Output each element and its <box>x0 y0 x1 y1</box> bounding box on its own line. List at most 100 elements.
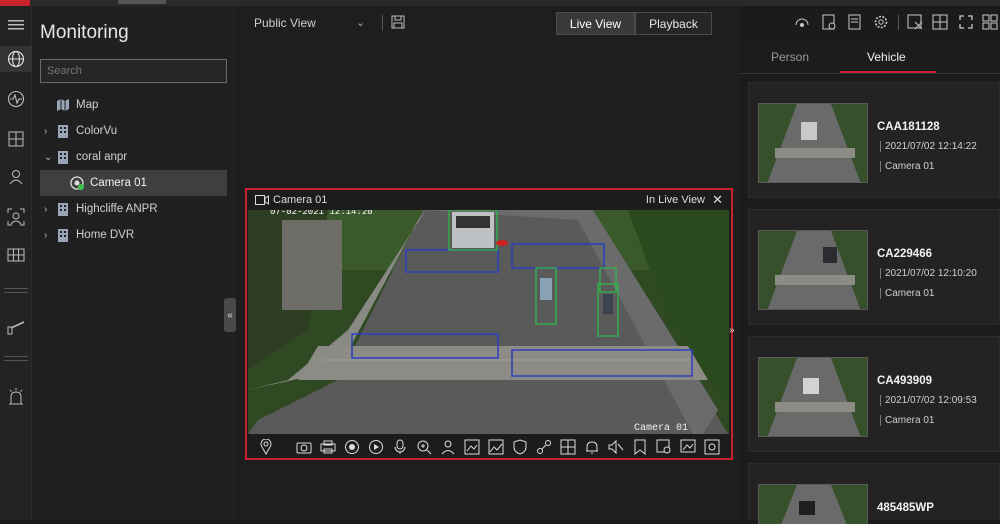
face-frame-icon[interactable] <box>0 204 32 230</box>
event-tabs: Person Vehicle <box>740 40 1000 74</box>
instant-playback-icon[interactable] <box>367 438 385 456</box>
save-view-icon[interactable] <box>391 15 405 29</box>
tree-item-home-dvr[interactable]: › Home DVR <box>40 222 227 248</box>
link-icon[interactable] <box>535 438 553 456</box>
tab-person[interactable]: Person <box>771 50 809 64</box>
rail-divider <box>4 292 28 293</box>
location-pin-icon[interactable] <box>257 438 275 456</box>
mute-icon[interactable] <box>607 438 625 456</box>
alarm-icon[interactable] <box>0 384 32 410</box>
toolbar-divider <box>898 15 899 30</box>
rail-divider <box>4 360 28 361</box>
view-selector[interactable]: Public View <box>254 16 316 30</box>
tree-item-highcliffe-anpr[interactable]: › Highcliffe ANPR <box>40 196 227 222</box>
event-time: 2021/07/02 12:10:20 <box>880 268 977 279</box>
bookmark-icon[interactable] <box>631 438 649 456</box>
vehicle-event-card[interactable]: CAA181128 2021/07/02 12:14:22 Camera 01 <box>748 82 1000 198</box>
layout-icon[interactable] <box>0 126 32 152</box>
fullscreen-icon[interactable] <box>958 14 974 30</box>
window-layout-icon[interactable] <box>932 14 948 30</box>
event-camera: Camera 01 <box>880 161 934 172</box>
rail-divider <box>4 288 28 289</box>
split-window-icon[interactable] <box>559 438 577 456</box>
building-icon <box>56 228 70 242</box>
ptz-person-icon[interactable] <box>439 438 457 456</box>
stream-icon[interactable] <box>794 14 810 30</box>
vehicle-event-card[interactable]: CA229466 2021/07/02 12:10:20 Camera 01 <box>748 209 1000 325</box>
tree-item-camera-01[interactable]: Camera 01 <box>40 170 227 196</box>
image-icon[interactable] <box>487 438 505 456</box>
video-window[interactable]: Camera 01 In Live View ✕ 07-02-2021 12:1… <box>245 188 733 460</box>
page-title: Monitoring <box>40 22 129 43</box>
live-status-text: In Live View <box>645 194 705 206</box>
vehicle-thumbnail <box>758 357 868 437</box>
plate-number: CA493909 <box>877 375 932 387</box>
camera-online-icon <box>70 176 84 190</box>
window-tab[interactable] <box>118 0 166 4</box>
vehicle-thumbnail <box>758 230 868 310</box>
svg-text:07-02-2021 12:14:20: 07-02-2021 12:14:20 <box>270 210 373 217</box>
building-icon <box>56 150 70 164</box>
building-icon <box>56 124 70 138</box>
vehicle-event-card[interactable]: CA493909 2021/07/02 12:09:53 Camera 01 <box>748 336 1000 452</box>
plate-number: 485485WP <box>877 502 934 514</box>
rail-divider <box>4 356 28 357</box>
collapse-panel-handle[interactable]: « <box>224 298 236 332</box>
camera-icon <box>255 195 269 208</box>
live-video-feed[interactable]: 07-02-2021 12:14:20 Camera 01 <box>248 210 729 434</box>
record-icon[interactable] <box>343 438 361 456</box>
tree-item-label: Home DVR <box>76 229 135 241</box>
vehicle-thumbnail <box>758 103 868 183</box>
search-input[interactable] <box>40 59 227 83</box>
tile-view-icon[interactable] <box>982 14 998 30</box>
event-camera: Camera 01 <box>880 288 934 299</box>
tree-item-map[interactable]: Map <box>40 92 227 118</box>
search-image-icon[interactable] <box>655 438 673 456</box>
close-all-windows-icon[interactable] <box>907 14 923 30</box>
tree-item-coral-anpr[interactable]: ⌄ coral anpr <box>40 144 227 170</box>
chevron-right-icon[interactable]: › <box>44 126 56 137</box>
vehicle-event-card[interactable]: 485485WP <box>748 463 1000 524</box>
tree-item-label: Camera 01 <box>90 177 147 189</box>
main-menu-rail <box>0 6 32 520</box>
picture-icon[interactable] <box>463 438 481 456</box>
audio-icon[interactable] <box>391 438 409 456</box>
chevron-right-icon[interactable]: › <box>44 230 56 241</box>
picture-search-icon[interactable] <box>679 438 697 456</box>
grid-icon[interactable] <box>0 242 32 268</box>
capture-icon[interactable] <box>295 438 313 456</box>
shield-icon[interactable] <box>511 438 529 456</box>
gear-icon[interactable] <box>873 14 889 30</box>
playback-tab[interactable]: Playback <box>635 12 712 35</box>
video-window-header: Camera 01 In Live View ✕ <box>247 190 731 210</box>
tree-item-colorvu[interactable]: › ColorVu <box>40 118 227 144</box>
print-icon[interactable] <box>319 438 337 456</box>
plate-number: CAA181128 <box>877 121 940 133</box>
event-list-icon[interactable] <box>847 14 863 30</box>
menu-icon[interactable] <box>0 12 32 38</box>
bell-icon[interactable] <box>583 438 601 456</box>
video-settings-icon[interactable] <box>703 438 721 456</box>
live-view-tab[interactable]: Live View <box>556 12 635 35</box>
event-panel: Person Vehicle CAA181128 2021/07/02 12:1… <box>740 40 1000 524</box>
map-icon <box>56 98 70 112</box>
chevron-down-icon[interactable]: ⌄ <box>44 152 56 163</box>
tab-vehicle[interactable]: Vehicle <box>867 50 906 64</box>
expand-panel-handle[interactable]: » <box>729 325 735 336</box>
activity-icon[interactable] <box>0 86 32 112</box>
tree-item-label: ColorVu <box>76 125 118 137</box>
barrier-gate-icon[interactable] <box>0 314 32 340</box>
chevron-right-icon[interactable]: › <box>44 204 56 215</box>
event-time: 2021/07/02 12:14:22 <box>880 141 977 152</box>
person-icon[interactable] <box>0 164 32 190</box>
globe-icon[interactable] <box>0 46 32 72</box>
close-icon[interactable]: ✕ <box>712 192 723 208</box>
zoom-icon[interactable] <box>415 438 433 456</box>
active-tab-indicator <box>840 71 936 73</box>
tree-item-label: Highcliffe ANPR <box>76 203 158 215</box>
device-config-icon[interactable] <box>821 14 837 30</box>
chevron-down-icon[interactable]: ⌄ <box>356 16 365 29</box>
vehicle-thumbnail <box>758 484 868 524</box>
event-time: 2021/07/02 12:09:53 <box>880 395 977 406</box>
resource-panel: Monitoring Map › ColorVu ⌄ coral anpr Ca… <box>32 6 236 520</box>
